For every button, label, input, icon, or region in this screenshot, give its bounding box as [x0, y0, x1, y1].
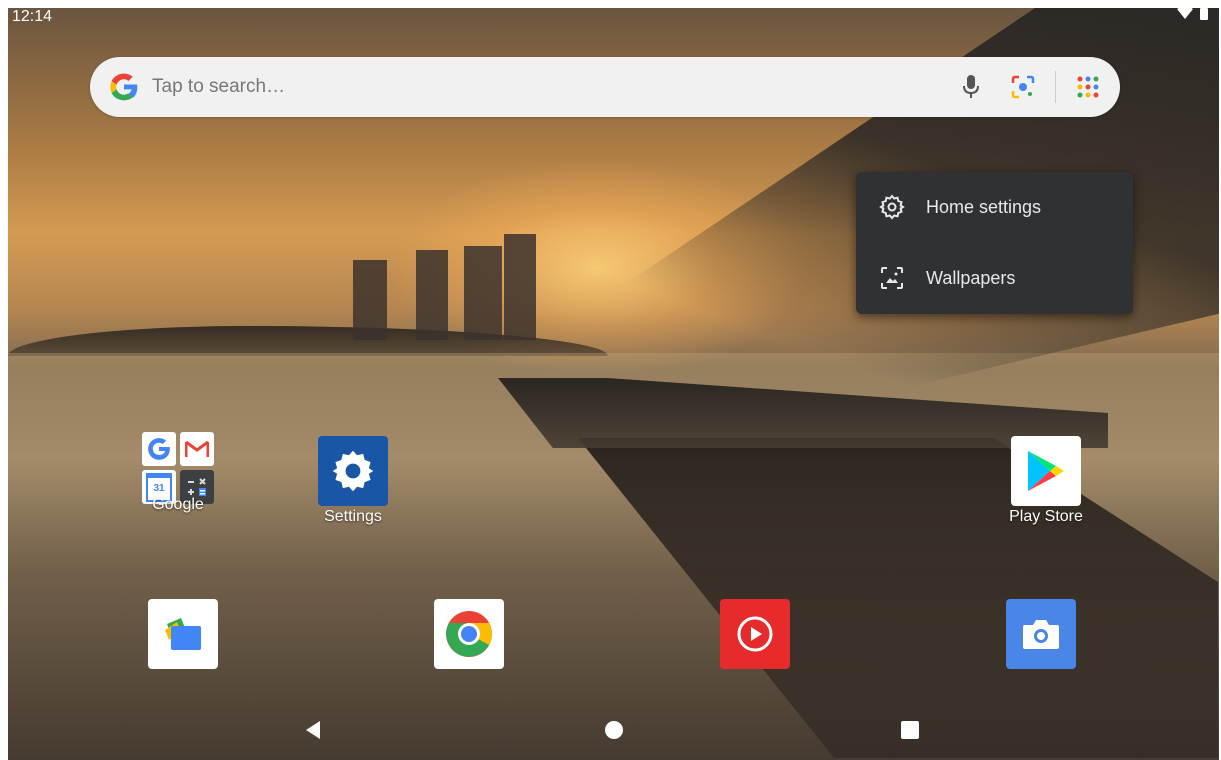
- recents-square-icon: [901, 721, 919, 739]
- google-lens-icon[interactable]: [1003, 67, 1043, 107]
- settings-gear-icon: [318, 436, 388, 506]
- microphone-icon[interactable]: [951, 67, 991, 107]
- apps-grid-icon[interactable]: [1068, 67, 1108, 107]
- app-label: Google: [152, 496, 204, 513]
- app-label: Play Store: [1009, 508, 1083, 525]
- google-go-icon: [142, 432, 176, 466]
- menu-item-home-settings[interactable]: Home settings: [856, 175, 1133, 239]
- camera-icon: [1006, 599, 1076, 669]
- home-options-menu: Home settings Wallpapers: [856, 172, 1133, 314]
- gear-icon: [878, 193, 906, 221]
- chrome-icon: [434, 599, 504, 669]
- status-icons: [1177, 6, 1209, 25]
- google-folder[interactable]: 31 Google: [132, 432, 224, 514]
- wallpaper-icon: [878, 264, 906, 292]
- google-logo-icon: [108, 71, 140, 103]
- wallpaper-tower: [416, 250, 448, 340]
- youtube-music-icon: [720, 599, 790, 669]
- wifi-icon: [1177, 6, 1193, 25]
- menu-item-label: Home settings: [926, 196, 1042, 217]
- wallpaper-tower: [464, 246, 502, 340]
- app-label: Settings: [324, 508, 382, 525]
- files-icon: [148, 599, 218, 669]
- youtube-music-app[interactable]: [720, 599, 790, 669]
- battery-icon: [1199, 6, 1209, 25]
- files-app[interactable]: [148, 599, 218, 669]
- wallpaper-tower: [353, 260, 387, 340]
- chrome-app[interactable]: [434, 599, 504, 669]
- play-store-app[interactable]: Play Store: [990, 436, 1102, 526]
- menu-item-wallpapers[interactable]: Wallpapers: [856, 246, 1133, 310]
- home-button[interactable]: [602, 718, 626, 742]
- camera-app[interactable]: [1006, 599, 1076, 669]
- play-store-icon: [1011, 436, 1081, 506]
- wallpaper-tower: [504, 234, 536, 340]
- settings-app[interactable]: Settings: [298, 436, 408, 526]
- home-circle-icon: [605, 721, 623, 739]
- status-time: 12:14: [12, 8, 53, 25]
- gmail-icon: [180, 432, 214, 466]
- search-bar[interactable]: Tap to search…: [90, 57, 1120, 117]
- back-button[interactable]: [302, 718, 326, 742]
- recents-button[interactable]: [898, 718, 922, 742]
- search-input[interactable]: Tap to search…: [152, 76, 951, 98]
- folder-preview: 31: [142, 432, 214, 504]
- back-icon: [306, 721, 320, 739]
- menu-item-label: Wallpapers: [926, 267, 1016, 288]
- search-divider: [1055, 71, 1056, 103]
